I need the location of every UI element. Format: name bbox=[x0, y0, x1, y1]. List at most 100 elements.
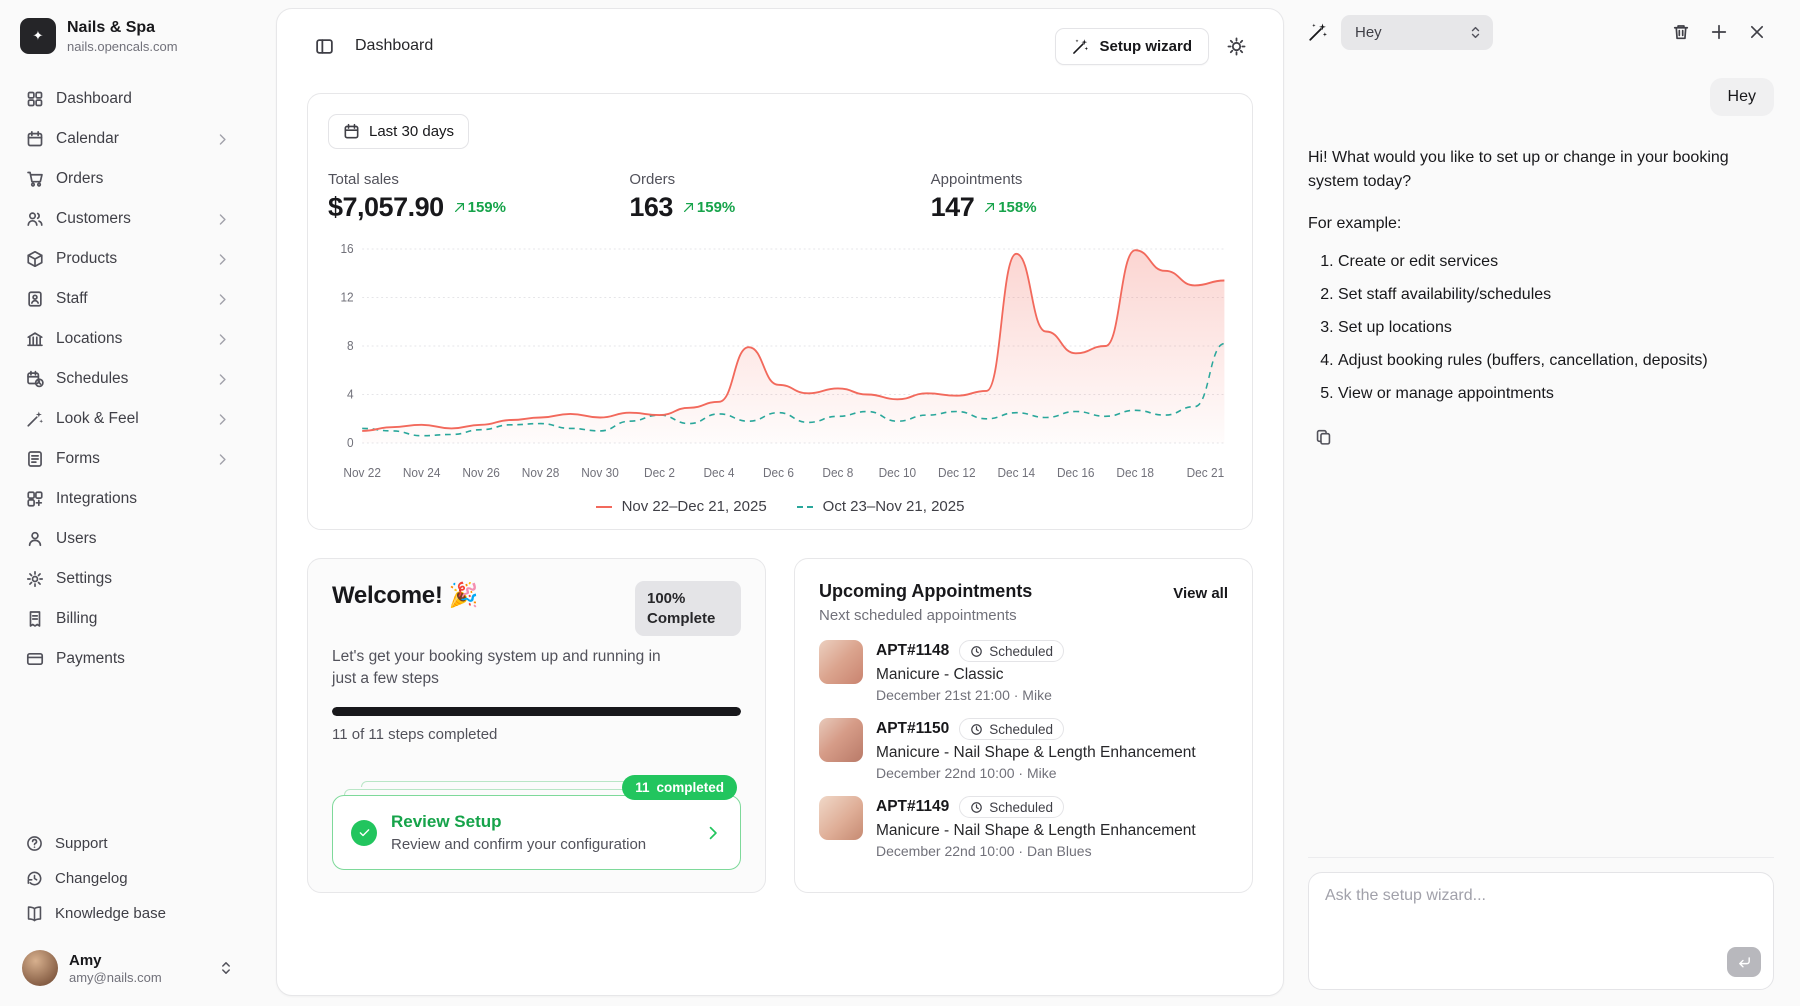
clock-icon bbox=[970, 645, 983, 658]
setup-wizard-label: Setup wizard bbox=[1099, 38, 1192, 55]
app-root: ✦ Nails & Spa nails.opencals.com Dashboa… bbox=[0, 0, 1800, 1006]
setup-steps-stack: 11completed Review Setup Review and conf… bbox=[332, 781, 741, 870]
sidebar-item-payments[interactable]: Payments bbox=[16, 640, 240, 678]
sidebar-item-locations[interactable]: Locations bbox=[16, 320, 240, 358]
completed-label: completed bbox=[656, 780, 724, 795]
trend-up-icon bbox=[682, 201, 695, 214]
steps-completed-text: 11 of 11 steps completed bbox=[332, 726, 741, 743]
locations-icon bbox=[26, 330, 44, 348]
stat-delta: 158% bbox=[983, 199, 1036, 216]
date-range-button[interactable]: Last 30 days bbox=[328, 114, 469, 149]
welcome-card: Welcome! 🎉 100% Complete Let's get your … bbox=[307, 558, 766, 893]
theme-toggle-button[interactable] bbox=[1219, 29, 1253, 63]
sidebar-item-schedules[interactable]: Schedules bbox=[16, 360, 240, 398]
appointment-row[interactable]: APT#1148ScheduledManicure - ClassicDecem… bbox=[819, 640, 1228, 703]
svg-text:Dec 6: Dec 6 bbox=[763, 466, 794, 480]
appointments-header: Upcoming Appointments Next scheduled app… bbox=[819, 581, 1228, 624]
appointment-id: APT#1148 bbox=[876, 642, 949, 660]
sidebar-item-look-feel[interactable]: Look & Feel bbox=[16, 400, 240, 438]
close-panel-button[interactable] bbox=[1740, 15, 1774, 49]
schedules-icon bbox=[26, 370, 44, 388]
legend-swatch bbox=[797, 506, 813, 508]
appointment-time: December 22nd 10:00 · Mike bbox=[876, 765, 1196, 781]
appointment-row[interactable]: APT#1150ScheduledManicure - Nail Shape &… bbox=[819, 718, 1228, 781]
forms-icon bbox=[26, 450, 44, 468]
appointment-row[interactable]: APT#1149ScheduledManicure - Nail Shape &… bbox=[819, 796, 1228, 859]
example-item: Adjust booking rules (buffers, cancellat… bbox=[1338, 349, 1753, 373]
copy-icon bbox=[1315, 429, 1332, 446]
new-conversation-button[interactable] bbox=[1702, 15, 1736, 49]
topbar: Dashboard Setup wizard bbox=[307, 21, 1253, 71]
svg-text:Nov 26: Nov 26 bbox=[462, 466, 500, 480]
appointments-subtitle: Next scheduled appointments bbox=[819, 607, 1032, 624]
status-badge: Scheduled bbox=[959, 796, 1064, 818]
examples-label: For example: bbox=[1308, 212, 1753, 236]
progress-fill bbox=[332, 707, 741, 716]
sidebar-item-customers[interactable]: Customers bbox=[16, 200, 240, 238]
svg-text:Nov 28: Nov 28 bbox=[522, 466, 560, 480]
sidebar-nav: Dashboard CalendarOrdersCustomersProducts… bbox=[16, 80, 240, 678]
stat-total-sales: Total sales$7,057.90159% bbox=[328, 171, 629, 223]
appointment-thumbnail bbox=[819, 640, 863, 684]
view-all-link[interactable]: View all bbox=[1173, 585, 1228, 602]
sidebar-item-billing[interactable]: Billing bbox=[16, 600, 240, 638]
chevron-right-icon bbox=[215, 452, 230, 467]
delete-conversation-button[interactable] bbox=[1664, 15, 1698, 49]
workspace-switcher[interactable]: ✦ Nails & Spa nails.opencals.com bbox=[16, 16, 240, 64]
svg-text:Dec 18: Dec 18 bbox=[1116, 466, 1154, 480]
chevron-right-icon bbox=[704, 824, 722, 842]
sidebar-item-label: Payments bbox=[56, 650, 125, 668]
review-setup-card[interactable]: Review Setup Review and confirm your con… bbox=[332, 795, 741, 870]
sidebar-item-label: Forms bbox=[56, 450, 100, 468]
check-circle-icon bbox=[351, 820, 377, 846]
sidebar-item-settings[interactable]: Settings bbox=[16, 560, 240, 598]
stat-value: 163 bbox=[629, 192, 673, 223]
sidebar-item-integrations[interactable]: Integrations bbox=[16, 480, 240, 518]
user-name: Amy bbox=[69, 952, 162, 969]
svg-text:Dec 12: Dec 12 bbox=[938, 466, 976, 480]
stat-label: Orders bbox=[629, 171, 930, 188]
sidebar-item-products[interactable]: Products bbox=[16, 240, 240, 278]
setup-wizard-button[interactable]: Setup wizard bbox=[1055, 28, 1209, 65]
calendar-icon bbox=[26, 130, 44, 148]
sidebar-item-label: Billing bbox=[56, 610, 97, 628]
appointment-time: December 21st 21:00 · Mike bbox=[876, 687, 1064, 703]
sidebar-item-label: Users bbox=[56, 530, 96, 548]
stat-label: Total sales bbox=[328, 171, 629, 188]
sidebar-item-calendar[interactable]: Calendar bbox=[16, 120, 240, 158]
sidebar-item-label: Settings bbox=[56, 570, 112, 588]
assistant-header: Hey bbox=[1308, 10, 1774, 54]
sidebar-item-label: Dashboard bbox=[56, 90, 132, 108]
sidebar-item-knowledge-base[interactable]: Knowledge base bbox=[16, 897, 240, 930]
products-icon bbox=[26, 250, 44, 268]
sidebar-item-label: Locations bbox=[56, 330, 122, 348]
sidebar-item-changelog[interactable]: Changelog bbox=[16, 862, 240, 895]
svg-text:Nov 24: Nov 24 bbox=[403, 466, 441, 480]
sidebar-item-dashboard[interactable]: Dashboard bbox=[16, 80, 240, 118]
workspace-domain: nails.opencals.com bbox=[67, 39, 178, 54]
appointment-time: December 22nd 10:00 · Dan Blues bbox=[876, 843, 1196, 859]
example-item: View or manage appointments bbox=[1338, 382, 1753, 406]
date-range-label: Last 30 days bbox=[369, 123, 454, 140]
sidebar-item-orders[interactable]: Orders bbox=[16, 160, 240, 198]
sidebar: ✦ Nails & Spa nails.opencals.com Dashboa… bbox=[0, 0, 256, 1006]
trash-icon bbox=[1672, 23, 1690, 41]
billing-icon bbox=[26, 610, 44, 628]
sidebar-toggle-button[interactable] bbox=[307, 29, 341, 63]
return-icon bbox=[1737, 955, 1752, 970]
svg-text:12: 12 bbox=[340, 290, 353, 304]
clock-icon bbox=[970, 801, 983, 814]
user-menu[interactable]: Amy amy@nails.com bbox=[16, 944, 240, 992]
sidebar-item-users[interactable]: Users bbox=[16, 520, 240, 558]
conversation-select[interactable]: Hey bbox=[1341, 15, 1493, 50]
send-button[interactable] bbox=[1727, 947, 1761, 977]
copy-message-button[interactable] bbox=[1308, 422, 1338, 452]
chat-input[interactable] bbox=[1325, 887, 1757, 947]
sidebar-item-staff[interactable]: Staff bbox=[16, 280, 240, 318]
appointment-service: Manicure - Classic bbox=[876, 666, 1064, 684]
svg-text:Nov 30: Nov 30 bbox=[581, 466, 619, 480]
sidebar-item-support[interactable]: Support bbox=[16, 827, 240, 860]
sidebar-item-forms[interactable]: Forms bbox=[16, 440, 240, 478]
chat-messages: Hey Hi! What would you like to set up or… bbox=[1308, 78, 1774, 857]
appointments-title: Upcoming Appointments bbox=[819, 581, 1032, 602]
